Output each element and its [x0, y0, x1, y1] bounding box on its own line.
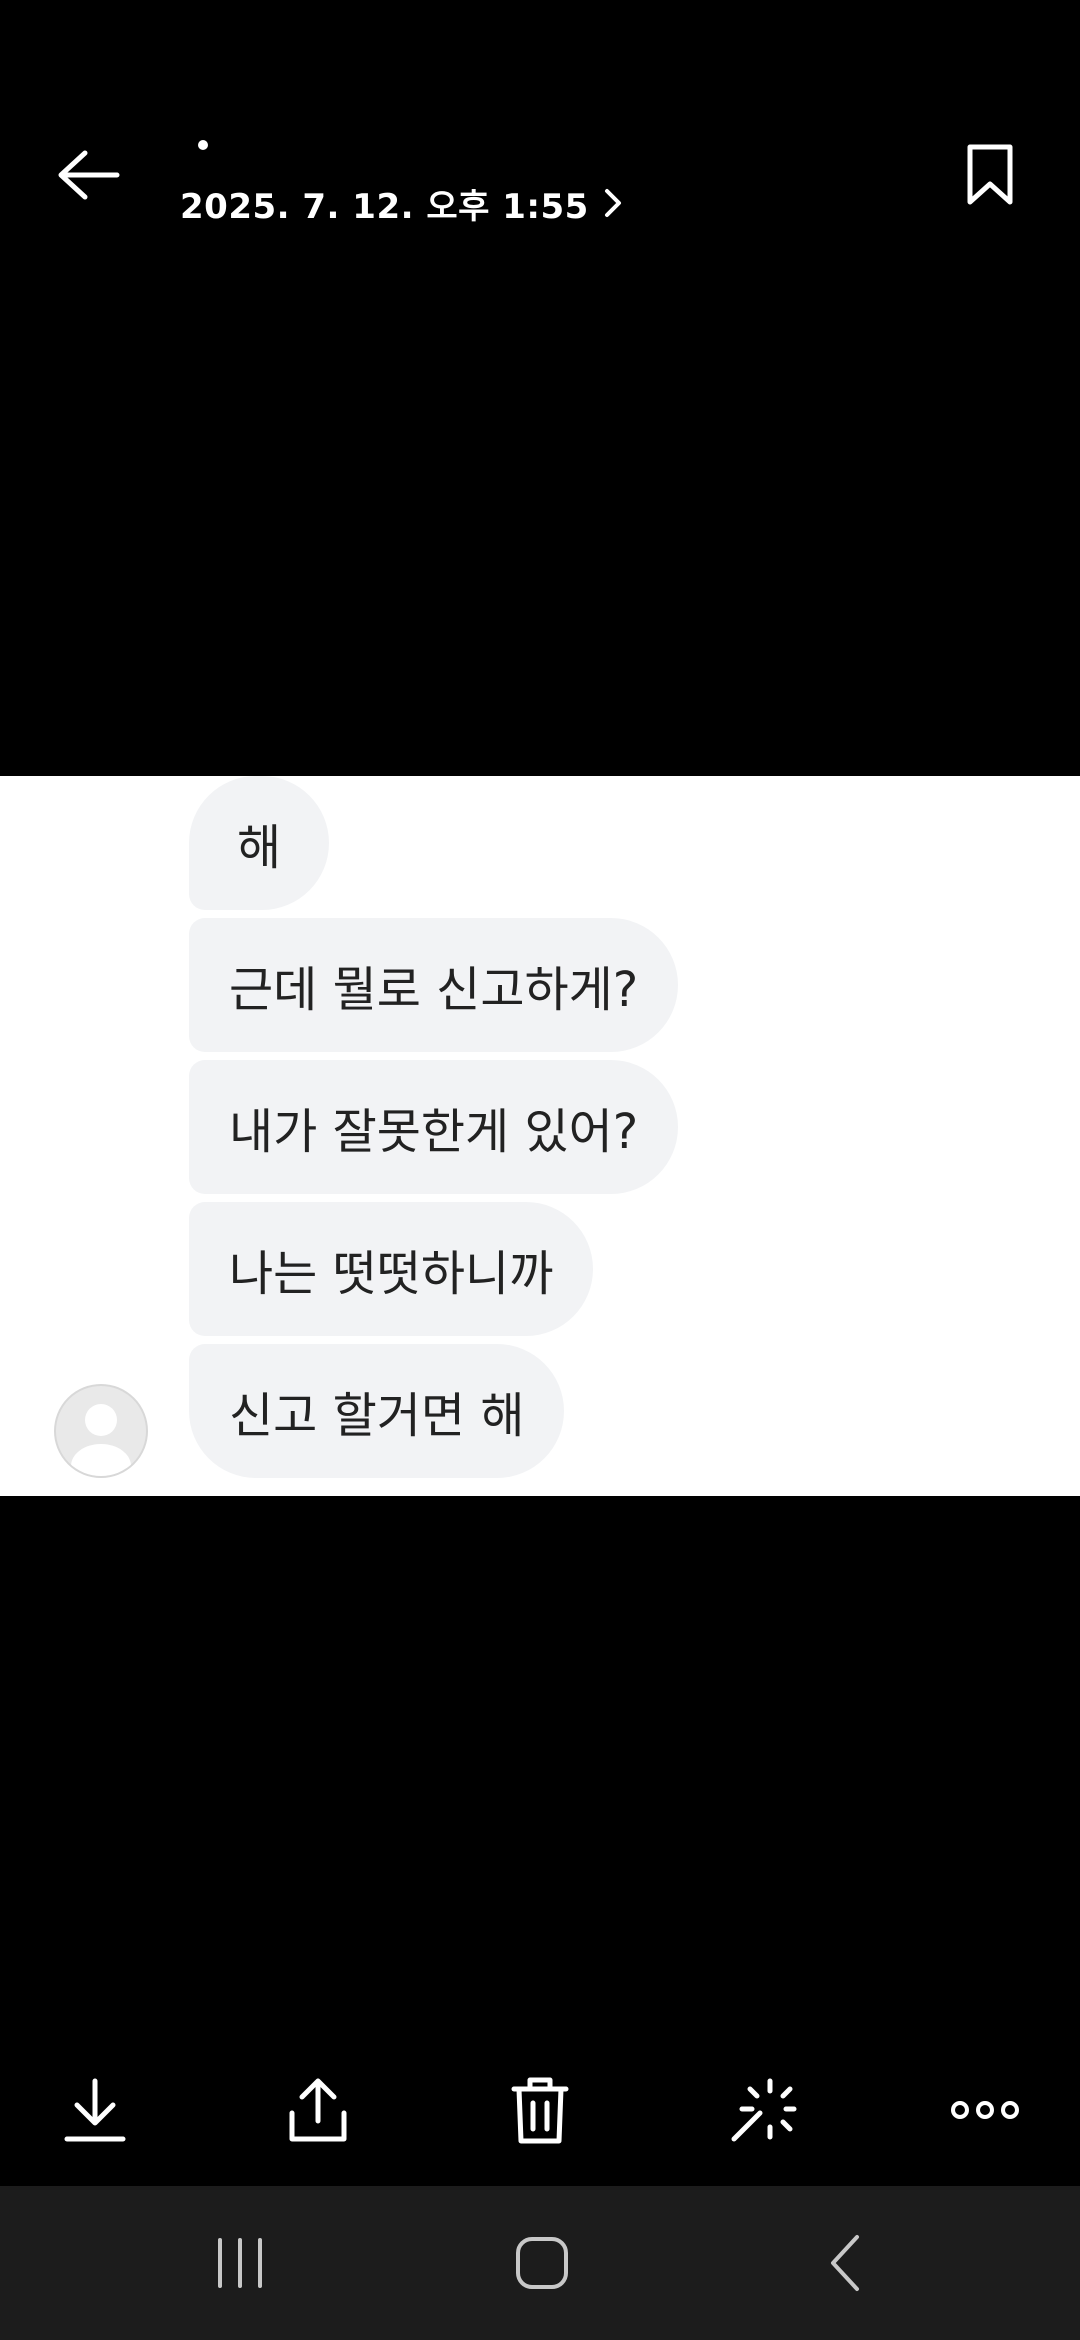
- top-bar: 2025. 7. 12. 오후 1:55: [0, 0, 1080, 290]
- chat-bubble-text: 해: [237, 820, 282, 876]
- chat-bubble-text: 내가 잘못한게 있어?: [229, 1104, 639, 1160]
- share-button[interactable]: [268, 2060, 368, 2160]
- download-button[interactable]: [45, 2060, 145, 2160]
- chat-bubble: 근데 뭘로 신고하게?: [189, 918, 679, 1052]
- home-button[interactable]: [492, 2213, 592, 2313]
- home-icon: [516, 2237, 568, 2289]
- default-avatar-icon: [54, 1384, 148, 1478]
- system-nav-bar: [0, 2186, 1080, 2340]
- recent-apps-button[interactable]: [190, 2213, 290, 2313]
- chat-bubble-text: 신고 할거면 해: [229, 1388, 525, 1444]
- chat-bubble: 신고 할거면 해: [189, 1344, 565, 1478]
- photo-action-bar: [0, 2060, 1080, 2160]
- chat-bubble: 내가 잘못한게 있어?: [189, 1060, 679, 1194]
- back-button[interactable]: [48, 135, 128, 215]
- effects-button[interactable]: [713, 2060, 813, 2160]
- trash-icon: [511, 2077, 569, 2144]
- delete-button[interactable]: [490, 2060, 590, 2160]
- nav-back-icon: [831, 2235, 859, 2291]
- chat-bubble-text: 근데 뭘로 신고하게?: [229, 962, 639, 1018]
- more-options-button[interactable]: [935, 2060, 1035, 2160]
- photo-viewer-image[interactable]: 해 근데 뭘로 신고하게? 내가 잘못한게 있어? 나는 떳떳하니까 신고 할거…: [0, 776, 1080, 1496]
- chat-bubble: 나는 떳떳하니까: [189, 1202, 594, 1336]
- more-options-icon: [951, 2101, 1019, 2119]
- magic-wand-icon: [731, 2078, 797, 2142]
- photo-datetime: 2025. 7. 12. 오후 1:55: [180, 186, 589, 227]
- date-details-link[interactable]: 2025. 7. 12. 오후 1:55: [180, 178, 623, 228]
- nav-back-button[interactable]: [795, 2213, 895, 2313]
- download-icon: [64, 2078, 126, 2142]
- title-dot: [198, 140, 208, 150]
- chat-bubble-text: 나는 떳떳하니까: [229, 1246, 554, 1302]
- chevron-right-icon: [603, 187, 623, 219]
- chat-bubble: 해: [189, 776, 330, 910]
- bookmark-icon: [967, 144, 1013, 205]
- recent-apps-icon: [218, 2238, 262, 2288]
- bookmark-button[interactable]: [950, 135, 1030, 215]
- share-icon: [289, 2078, 347, 2142]
- arrow-left-icon: [58, 150, 120, 200]
